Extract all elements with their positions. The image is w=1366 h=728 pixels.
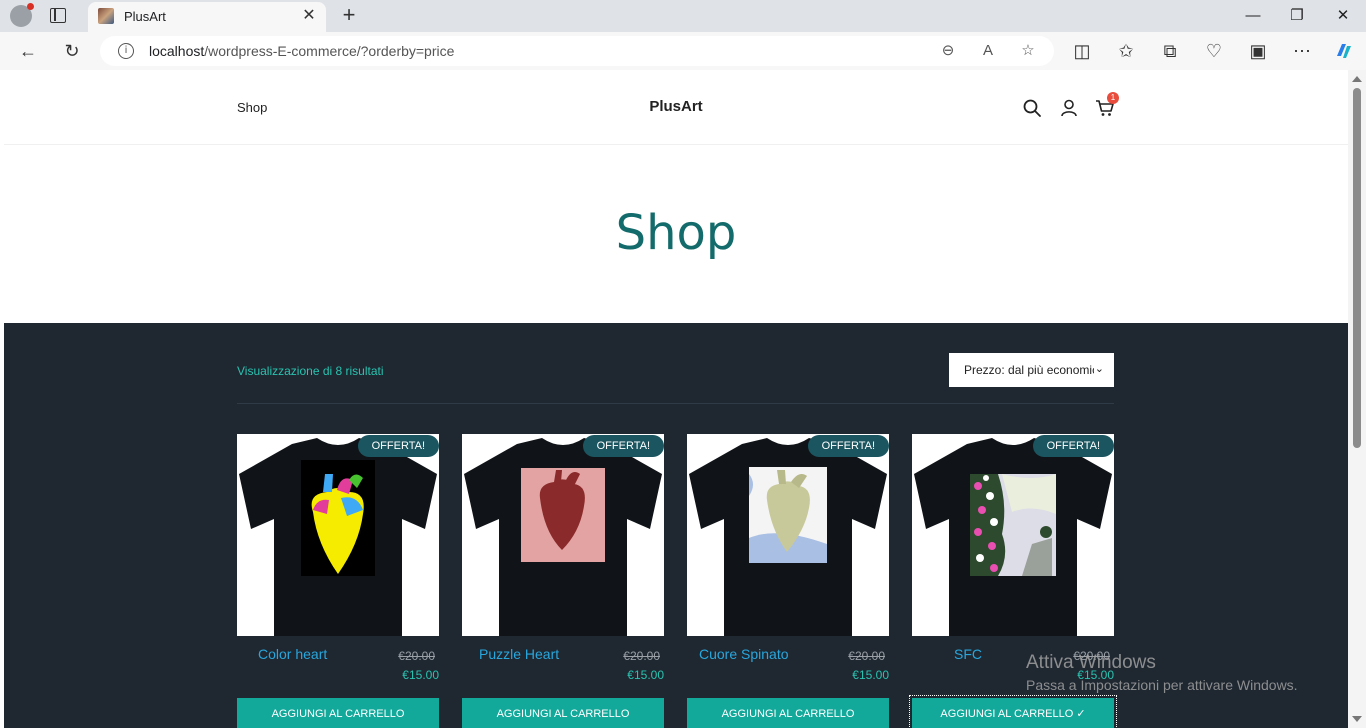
- refresh-icon[interactable]: ↻: [60, 40, 84, 62]
- sidebar-icon[interactable]: ▣: [1246, 40, 1270, 62]
- orderby-value: Prezzo: dal più economico: [964, 363, 1094, 377]
- product-image[interactable]: OFFERTA!: [462, 434, 664, 636]
- split-screen-icon[interactable]: ◫: [1070, 40, 1094, 62]
- site-title[interactable]: PlusArt: [4, 98, 1348, 115]
- divider: [237, 403, 1114, 404]
- product-image[interactable]: OFFERTA!: [237, 434, 439, 636]
- page-viewport: Shop PlusArt 1 Shop Visualizzazione di 8…: [4, 70, 1348, 728]
- product-image[interactable]: OFFERTA!: [912, 434, 1114, 636]
- url-text[interactable]: localhost/wordpress-E-commerce/?orderby=…: [149, 43, 454, 59]
- sale-badge: OFFERTA!: [1032, 435, 1114, 457]
- price-regular: €20.00: [848, 649, 885, 663]
- product-title[interactable]: Cuore Spinato: [699, 646, 789, 662]
- search-icon[interactable]: [1022, 98, 1042, 118]
- add-to-cart-button[interactable]: AGGIUNGI AL CARRELLO: [237, 698, 439, 728]
- scrollbar-thumb[interactable]: [1353, 88, 1361, 448]
- new-tab-icon[interactable]: +: [338, 4, 360, 26]
- site-info-icon[interactable]: i: [118, 43, 134, 59]
- zoom-icon[interactable]: ⊖: [938, 41, 958, 61]
- add-to-cart-button[interactable]: AGGIUNGI AL CARRELLO ✓: [909, 695, 1117, 728]
- product-title[interactable]: Puzzle Heart: [479, 646, 559, 662]
- site-header: Shop PlusArt 1: [4, 70, 1348, 145]
- copilot-icon[interactable]: [1332, 40, 1356, 62]
- product-title[interactable]: Color heart: [258, 646, 327, 662]
- favorite-star-icon[interactable]: ☆: [1018, 41, 1038, 61]
- watermark-title: Attiva Windows: [1026, 652, 1156, 673]
- product-image[interactable]: OFFERTA!: [687, 434, 889, 636]
- product-title[interactable]: SFC: [954, 646, 982, 662]
- add-to-cart-button[interactable]: AGGIUNGI AL CARRELLO: [462, 698, 664, 728]
- sale-badge: OFFERTA!: [582, 435, 664, 457]
- browser-tab[interactable]: PlusArt ✕: [88, 2, 326, 32]
- favorites-icon[interactable]: ✩: [1114, 40, 1138, 62]
- page-scrollbar[interactable]: [1348, 70, 1366, 728]
- price-sale: €15.00: [627, 668, 664, 682]
- more-menu-icon[interactable]: ⋯: [1290, 40, 1314, 62]
- price-sale: €15.00: [852, 668, 889, 682]
- browser-essentials-icon[interactable]: ♡: [1202, 40, 1226, 62]
- watermark-subtitle: Passa a Impostazioni per attivare Window…: [1026, 677, 1298, 693]
- browser-toolbar: ← ↻ i localhost/wordpress-E-commerce/?or…: [0, 32, 1366, 70]
- tab-actions-icon[interactable]: [50, 8, 66, 23]
- profile-avatar-icon[interactable]: [10, 3, 34, 27]
- site-favicon-icon: [98, 8, 114, 24]
- page-title: Shop: [615, 205, 737, 261]
- restore-icon[interactable]: ❐: [1284, 6, 1310, 26]
- close-tab-icon[interactable]: ✕: [300, 7, 318, 25]
- windows-activation-watermark: Attiva Windows Passa a Impostazioni per …: [1026, 652, 1298, 693]
- sale-badge: OFFERTA!: [807, 435, 889, 457]
- collections-icon[interactable]: ⧉: [1158, 40, 1182, 62]
- browser-tab-bar: PlusArt ✕ + — ❐ ✕: [0, 0, 1366, 32]
- chevron-down-icon: ⌄: [1094, 363, 1104, 375]
- price-sale: €15.00: [402, 668, 439, 682]
- scroll-up-icon[interactable]: [1352, 76, 1362, 82]
- back-icon[interactable]: ←: [16, 40, 40, 62]
- price-regular: €20.00: [623, 649, 660, 663]
- account-icon[interactable]: [1059, 98, 1079, 118]
- add-to-cart-button[interactable]: AGGIUNGI AL CARRELLO: [687, 698, 889, 728]
- sale-badge: OFFERTA!: [357, 435, 439, 457]
- orderby-select[interactable]: Prezzo: dal più economico ⌄: [949, 353, 1114, 387]
- minimize-icon[interactable]: —: [1240, 6, 1266, 26]
- address-bar[interactable]: i localhost/wordpress-E-commerce/?orderb…: [100, 36, 1054, 66]
- price-regular: €20.00: [398, 649, 435, 663]
- scroll-down-icon[interactable]: [1352, 716, 1362, 722]
- close-window-icon[interactable]: ✕: [1330, 6, 1356, 26]
- cart-count-badge: 1: [1107, 92, 1119, 104]
- tab-title: PlusArt: [124, 9, 166, 24]
- read-aloud-icon[interactable]: A: [978, 41, 998, 61]
- result-count: Visualizzazione di 8 risultati: [237, 364, 384, 378]
